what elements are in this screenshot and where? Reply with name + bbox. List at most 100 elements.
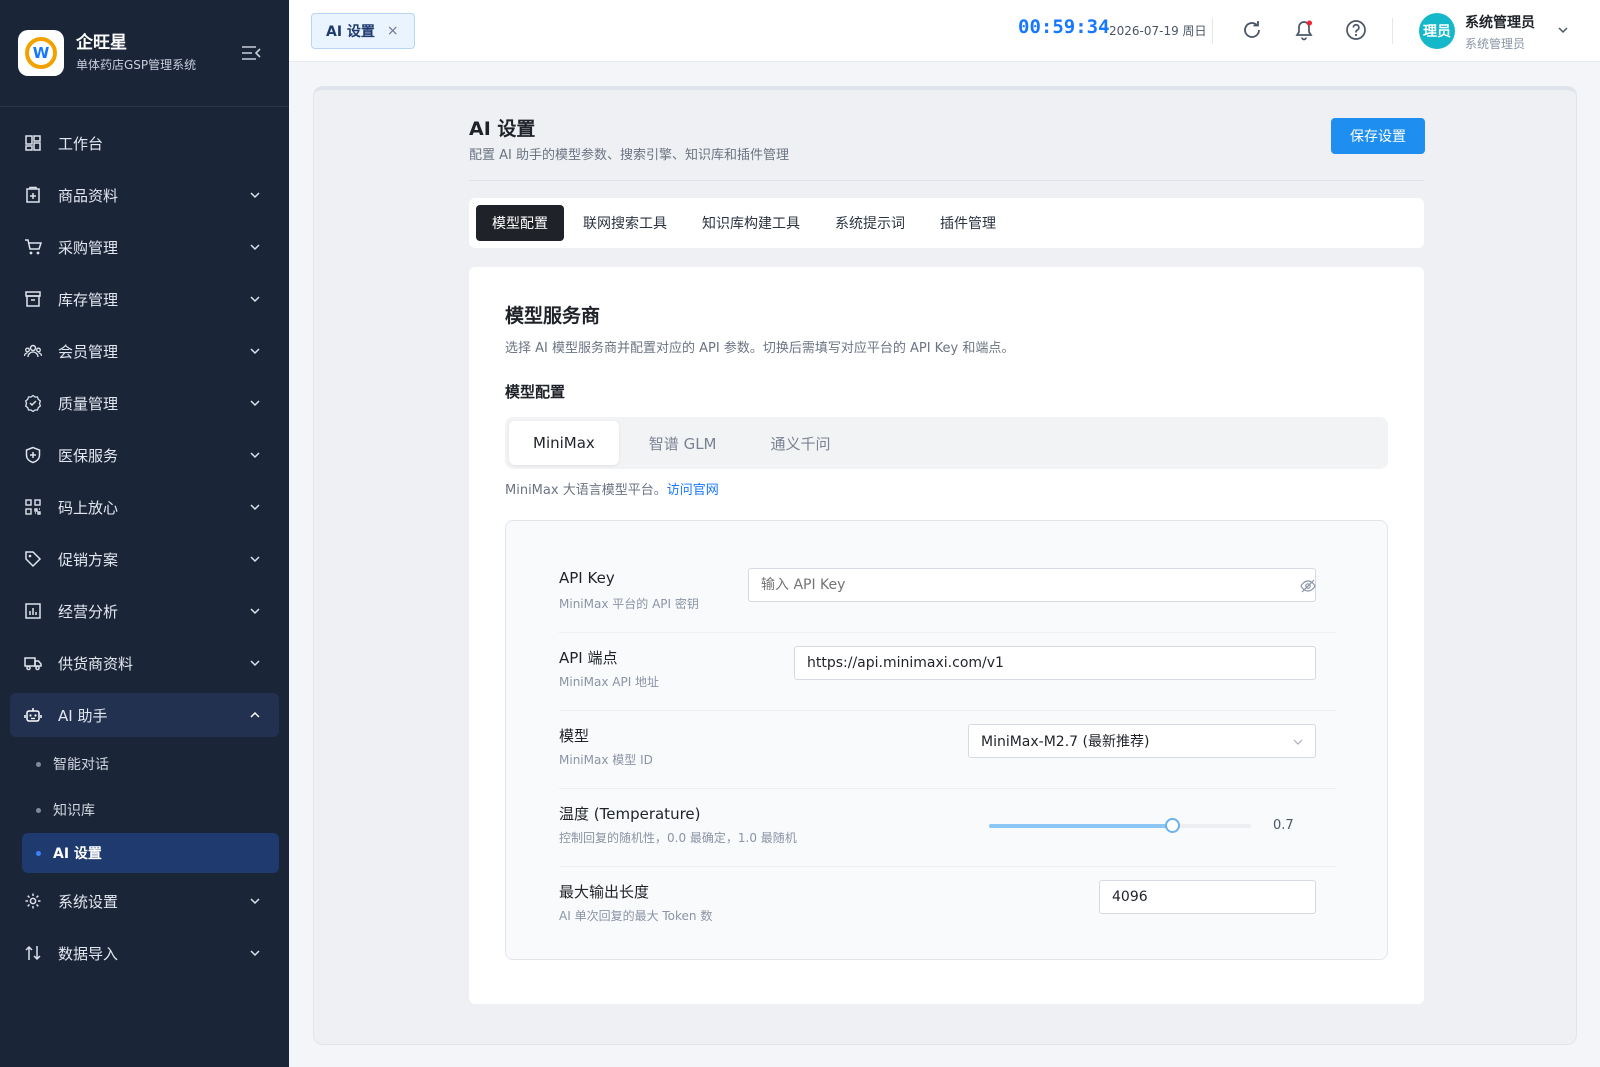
user-role: 系统管理员 xyxy=(1465,37,1526,51)
sidebar-item-label: 工作台 xyxy=(58,134,104,153)
api-key-input[interactable] xyxy=(748,568,1316,602)
settings-panel: API Key MiniMax 平台的 API 密钥 API 端点 MiniMa… xyxy=(505,520,1388,960)
api-endpoint-input[interactable] xyxy=(794,646,1316,680)
chevron-down-icon xyxy=(250,452,260,459)
slider-fill xyxy=(989,824,1173,828)
close-icon[interactable]: × xyxy=(387,23,399,39)
submenu-item-ai-settings[interactable]: AI 设置 xyxy=(22,833,279,873)
tab-model-config[interactable]: 模型配置 xyxy=(476,205,564,241)
divider xyxy=(469,180,1424,181)
bar-chart-icon xyxy=(24,602,42,620)
sidebar-item-products[interactable]: 商品资料 xyxy=(0,169,289,221)
provider-tab-tongyi-qianwen[interactable]: 通义千问 xyxy=(747,421,855,465)
provider-tab-minimax[interactable]: MiniMax xyxy=(509,421,619,465)
collapse-menu-icon[interactable] xyxy=(240,44,262,62)
bell-icon[interactable] xyxy=(1291,17,1317,43)
sidebar-item-label: AI 助手 xyxy=(58,706,108,725)
setting-row-temperature: 温度 (Temperature) 控制回复的随机性，0.0 最确定，1.0 最随… xyxy=(559,789,1336,867)
setting-hint: MiniMax 平台的 API 密钥 xyxy=(559,597,699,611)
chevron-down-icon xyxy=(250,608,260,615)
settings-tabs: 模型配置 联网搜索工具 知识库构建工具 系统提示词 插件管理 xyxy=(469,198,1424,248)
setting-label: API 端点 xyxy=(559,649,618,667)
open-tab-ai-settings[interactable]: AI 设置 × xyxy=(311,13,415,49)
tab-knowledge-tools[interactable]: 知识库构建工具 xyxy=(686,205,816,241)
sidebar-item-workbench[interactable]: 工作台 xyxy=(0,117,289,169)
setting-label: 模型 xyxy=(559,727,590,745)
provider-note: MiniMax 大语言模型平台。访问官网 xyxy=(505,479,719,498)
sidebar-item-system-settings[interactable]: 系统设置 xyxy=(0,875,289,927)
sidebar-item-members[interactable]: 会员管理 xyxy=(0,325,289,377)
sidebar-item-ai-assistant[interactable]: AI 助手 xyxy=(10,693,279,737)
bullet-dot xyxy=(36,761,41,767)
brand-title: 企旺星 xyxy=(76,33,127,53)
sidebar-item-quality[interactable]: 质量管理 xyxy=(0,377,289,429)
submenu-item-chat[interactable]: 智能对话 xyxy=(0,741,289,787)
sidebar-item-analytics[interactable]: 经营分析 xyxy=(0,585,289,637)
model-provider-card: 模型服务商 选择 AI 模型服务商并配置对应的 API 参数。切换后需填写对应平… xyxy=(469,267,1424,1004)
submenu-item-label: AI 设置 xyxy=(53,846,102,862)
product-icon xyxy=(24,186,42,204)
temperature-slider[interactable] xyxy=(989,818,1251,833)
sidebar-item-inventory[interactable]: 库存管理 xyxy=(0,273,289,325)
header-divider xyxy=(1392,18,1393,44)
chevron-down-icon xyxy=(250,898,260,905)
clock: 00:59:34 xyxy=(1018,16,1110,38)
sidebar-item-promotions[interactable]: 促销方案 xyxy=(0,533,289,585)
chevron-down-icon[interactable] xyxy=(1557,24,1569,36)
provider-note-text: MiniMax 大语言模型平台。 xyxy=(505,483,667,498)
badge-check-icon xyxy=(24,394,42,412)
sidebar-item-suppliers[interactable]: 供货商资料 xyxy=(0,637,289,689)
eye-off-icon[interactable] xyxy=(1300,578,1316,594)
submenu-item-knowledge-base[interactable]: 知识库 xyxy=(0,787,289,833)
main-content: AI 设置 配置 AI 助手的模型参数、搜索引擎、知识库和插件管理 保存设置 模… xyxy=(313,86,1577,1045)
help-icon[interactable] xyxy=(1343,17,1369,43)
user-name[interactable]: 系统管理员 xyxy=(1465,12,1535,32)
setting-hint: AI 单次回复的最大 Token 数 xyxy=(559,909,713,923)
setting-row-api-key: API Key MiniMax 平台的 API 密钥 xyxy=(559,555,1336,633)
chevron-down-icon xyxy=(250,348,260,355)
sidebar-item-label: 库存管理 xyxy=(58,290,119,309)
notification-dot xyxy=(1307,20,1312,26)
setting-hint: MiniMax 模型 ID xyxy=(559,753,653,767)
sidebar-item-label: 系统设置 xyxy=(58,892,119,911)
sidebar-item-purchasing[interactable]: 采购管理 xyxy=(0,221,289,273)
setting-row-max-tokens: 最大输出长度 AI 单次回复的最大 Token 数 xyxy=(559,867,1336,945)
setting-label: 温度 (Temperature) xyxy=(559,805,701,823)
sidebar-item-label: 商品资料 xyxy=(58,186,119,205)
max-tokens-input[interactable] xyxy=(1099,880,1316,914)
sidebar-item-medical-insurance[interactable]: 医保服务 xyxy=(0,429,289,481)
sidebar-menu: 工作台 商品资料 采购管理 库存管理 会员管理 质量管理 医保服务 码上放心 促… xyxy=(0,107,289,979)
qrcode-icon xyxy=(24,498,42,516)
tab-system-prompt[interactable]: 系统提示词 xyxy=(819,205,921,241)
sidebar-item-data-import[interactable]: 数据导入 xyxy=(0,927,289,979)
header-divider xyxy=(1212,18,1213,44)
tab-plugins[interactable]: 插件管理 xyxy=(924,205,1012,241)
tab-web-search[interactable]: 联网搜索工具 xyxy=(567,205,683,241)
save-settings-button[interactable]: 保存设置 xyxy=(1331,118,1425,154)
chevron-down-icon xyxy=(1293,739,1303,745)
avatar[interactable]: 理员 xyxy=(1419,13,1455,49)
setting-label: 最大输出长度 xyxy=(559,883,650,901)
tag-icon xyxy=(24,550,42,568)
slider-thumb[interactable] xyxy=(1165,818,1181,833)
provider-tabs: MiniMax 智谱 GLM 通义千问 xyxy=(505,417,1388,469)
setting-label: API Key xyxy=(559,569,615,587)
sidebar-item-label: 质量管理 xyxy=(58,394,119,413)
visit-website-link[interactable]: 访问官网 xyxy=(667,483,719,498)
app-logo: W xyxy=(18,30,64,76)
top-header: AI 设置 × 00:59:34 2026-07-19 周日 理员 系统管理员 … xyxy=(289,0,1600,62)
model-select[interactable]: MiniMax-M2.7 (最新推荐) xyxy=(968,724,1316,758)
provider-tab-zhipu-glm[interactable]: 智谱 GLM xyxy=(625,421,741,465)
refresh-icon[interactable] xyxy=(1239,17,1265,43)
chevron-down-icon xyxy=(250,192,260,199)
robot-icon xyxy=(24,706,42,724)
sidebar-item-label: 促销方案 xyxy=(58,550,119,569)
dashboard-icon xyxy=(24,134,42,152)
chevron-down-icon xyxy=(250,660,260,667)
chevron-down-icon xyxy=(250,400,260,407)
submenu-item-label: 知识库 xyxy=(53,803,95,819)
cart-icon xyxy=(24,238,42,256)
temperature-value: 0.7 xyxy=(1273,818,1294,833)
card-title: 模型服务商 xyxy=(505,305,601,327)
sidebar-item-trace-code[interactable]: 码上放心 xyxy=(0,481,289,533)
